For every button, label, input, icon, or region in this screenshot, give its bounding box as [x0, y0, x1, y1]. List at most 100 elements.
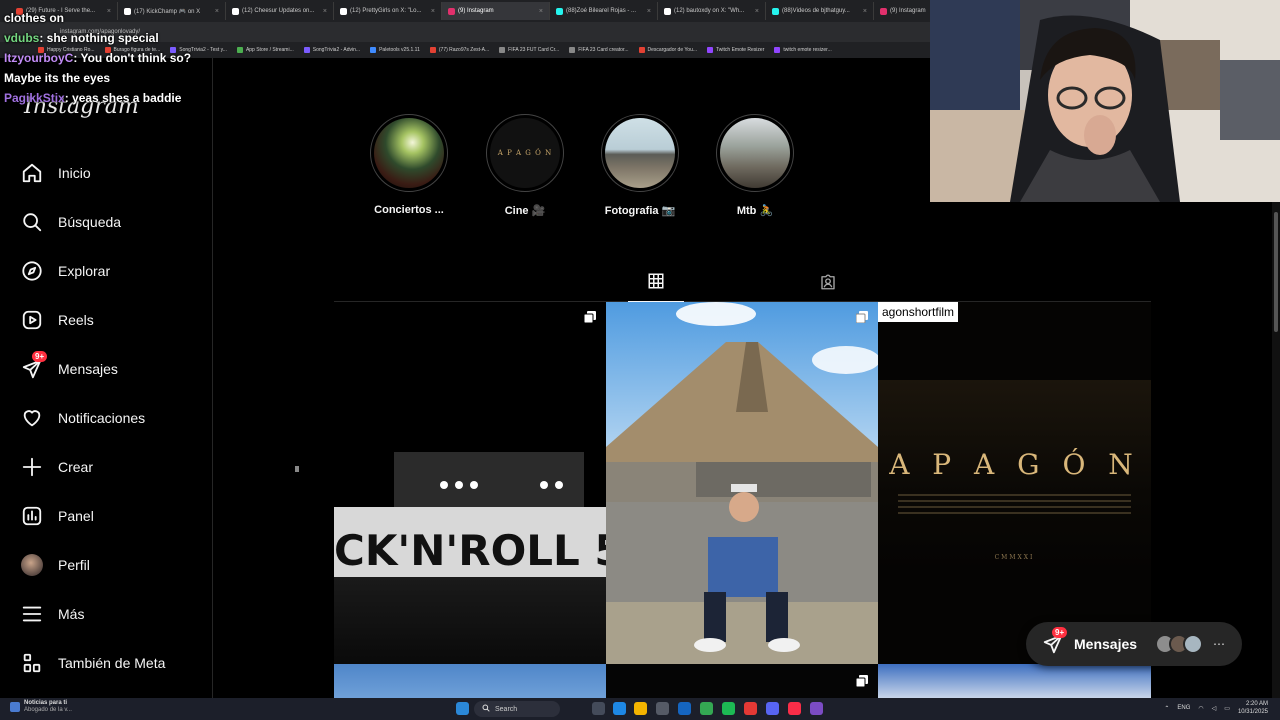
messenger-icon: 9+: [1042, 627, 1068, 655]
nav-item-perfil[interactable]: Perfil: [12, 543, 202, 587]
browser-tab[interactable]: (88)Videos de bjthatguy... ×: [766, 2, 874, 20]
post-concert[interactable]: CK'N'ROLL 5: [334, 302, 606, 664]
nav-label: Inicio: [58, 165, 91, 181]
chevron-up-icon[interactable]: ⌃: [1164, 705, 1169, 712]
app-icon[interactable]: [810, 702, 823, 715]
nav-item-crear[interactable]: Crear: [12, 445, 202, 489]
windows-start-icon[interactable]: [456, 702, 469, 715]
bookmark-favicon-icon: [303, 47, 310, 53]
nav-label: Más: [58, 606, 85, 622]
nav-item-mensajes[interactable]: 9+ Mensajes: [12, 347, 202, 391]
browser-tab[interactable]: (88)Zoé Bilearel Rojas - ... ×: [550, 2, 658, 20]
tab-tagged[interactable]: [800, 266, 856, 302]
messages-badge: 9+: [1052, 627, 1068, 638]
post-row2-3[interactable]: [878, 664, 1151, 698]
music-icon[interactable]: [788, 702, 801, 715]
nav-item-busqueda[interactable]: Búsqueda: [12, 200, 202, 244]
bookmark-item[interactable]: Twitch Emote Resizer: [707, 47, 764, 53]
tab-favicon-icon: [340, 7, 347, 15]
scrollbar-thumb[interactable]: [1274, 212, 1278, 332]
date: 10/31/2025: [1237, 709, 1268, 715]
bookmark-item[interactable]: FIFA 23 Card creator...: [569, 47, 629, 53]
bookmark-item[interactable]: FIFA 23 FUT Card Cr...: [499, 47, 559, 53]
discord-icon[interactable]: [766, 702, 779, 715]
nav-item-explorar[interactable]: Explorar: [12, 249, 202, 293]
chrome-icon[interactable]: [700, 702, 713, 715]
browser-tab[interactable]: (9) Instagram ×: [442, 2, 550, 20]
nav-item-mas[interactable]: Más: [12, 592, 202, 636]
bookmark-item[interactable]: App Store / Streami...: [236, 47, 294, 53]
news-widget[interactable]: Noticias para ti Abogado de la v...: [10, 700, 72, 714]
bookmark-favicon-icon: [236, 47, 243, 53]
battery-icon[interactable]: ▭: [1224, 705, 1230, 712]
post-row2-1[interactable]: [334, 664, 606, 698]
chat-line: vdubs: she nothing special: [4, 28, 191, 48]
tray-language[interactable]: ENG: [1177, 705, 1190, 711]
highlight-thumbnail: [605, 118, 675, 188]
post-pyramid[interactable]: [606, 302, 878, 664]
close-icon[interactable]: ×: [323, 8, 327, 15]
heart-icon: [20, 406, 44, 430]
browser-tab[interactable]: (12) PrettyGirls on X: "Lo... ×: [334, 2, 442, 20]
highlight-fotografia[interactable]: Fotografia 📷: [585, 114, 695, 217]
chat-username: PagikkStix: [4, 91, 65, 105]
tab-favicon-icon: [448, 7, 455, 15]
bookmark-favicon-icon: [774, 47, 781, 53]
bookmark-item[interactable]: Paletools v25.1.11: [370, 47, 420, 53]
nav-item-inicio[interactable]: Inicio: [12, 151, 202, 195]
nav-item-reels[interactable]: Reels: [12, 298, 202, 342]
tab-favicon-icon: [232, 7, 239, 15]
file-explorer-icon[interactable]: [634, 702, 647, 715]
close-icon[interactable]: ×: [755, 8, 759, 15]
close-icon[interactable]: ×: [431, 8, 435, 15]
carousel-icon: [855, 674, 868, 688]
time: 2:20 AM: [1245, 701, 1268, 707]
spotify-icon[interactable]: [722, 702, 735, 715]
nav-item-panel[interactable]: Panel: [12, 494, 202, 538]
bookmark-label: App Store / Streami...: [245, 47, 294, 53]
nav-item-tambien-de-meta[interactable]: También de Meta: [12, 641, 202, 685]
close-icon[interactable]: ×: [863, 8, 867, 15]
tab-favicon-icon: [880, 7, 887, 15]
nav-label: Mensajes: [58, 361, 118, 377]
tagged-icon: [819, 273, 837, 296]
volume-icon[interactable]: ◁: [1212, 705, 1217, 712]
chat-line: ItzyourboyC: You don't think so?: [4, 48, 191, 68]
clock[interactable]: 2:20 AM 10/31/2025: [1238, 700, 1268, 716]
highlight-cine[interactable]: A P A G Ó N Cine 🎥: [470, 114, 580, 217]
browser-tab[interactable]: (12) bautoxdy on X: "Wh... ×: [658, 2, 766, 20]
browser-tab[interactable]: (12) Cheesur Updates on... ×: [226, 2, 334, 20]
poster-year: CMMXXI: [994, 554, 1035, 561]
bookmark-item[interactable]: Descargador de You...: [638, 47, 698, 53]
stream-chat-overlay: clothes on vdubs: she nothing special It…: [4, 8, 191, 108]
close-icon[interactable]: ×: [647, 8, 651, 15]
messages-pill[interactable]: 9+ Mensajes ⋯: [1026, 622, 1242, 666]
highlight-conciertos[interactable]: Conciertos ...: [354, 114, 464, 216]
tab-posts[interactable]: [628, 266, 684, 302]
taskbar-search[interactable]: Search: [474, 701, 560, 717]
close-icon[interactable]: ×: [215, 8, 219, 15]
edge-icon[interactable]: [613, 702, 626, 715]
bookmark-label: Descargador de You...: [647, 47, 698, 53]
wifi-icon[interactable]: ◠: [1198, 705, 1203, 712]
bookmark-item[interactable]: SongTrivia2 - Advin...: [303, 47, 360, 53]
mail-icon[interactable]: [678, 702, 691, 715]
bookmark-label: Twitch Emote Resizer: [716, 47, 765, 53]
bookmark-item[interactable]: (77) Razo97s Zest-A...: [429, 47, 489, 53]
more-icon: ⋯: [1213, 637, 1226, 651]
avatar: [21, 554, 43, 576]
bookmark-favicon-icon: [707, 47, 714, 53]
bookmark-item[interactable]: twitch emote resizer...: [774, 47, 832, 53]
highlight-mtb[interactable]: Mtb 🚴: [700, 114, 810, 217]
page-scrollbar[interactable]: [1272, 202, 1280, 698]
nav-item-notificaciones[interactable]: Notificaciones: [12, 396, 202, 440]
webcam-image: [930, 0, 1280, 202]
store-icon[interactable]: [656, 702, 669, 715]
post-apagon-poster[interactable]: A P A G Ó N CMMXXI: [878, 302, 1151, 664]
task-view-icon[interactable]: [592, 702, 605, 715]
post-row2-2[interactable]: [606, 664, 878, 698]
app-icon[interactable]: [744, 702, 757, 715]
home-icon: [20, 161, 44, 185]
close-icon[interactable]: ×: [539, 8, 543, 15]
system-tray: ⌃ ENG ◠ ◁ ▭ 2:20 AM 10/31/2025: [1164, 700, 1268, 716]
